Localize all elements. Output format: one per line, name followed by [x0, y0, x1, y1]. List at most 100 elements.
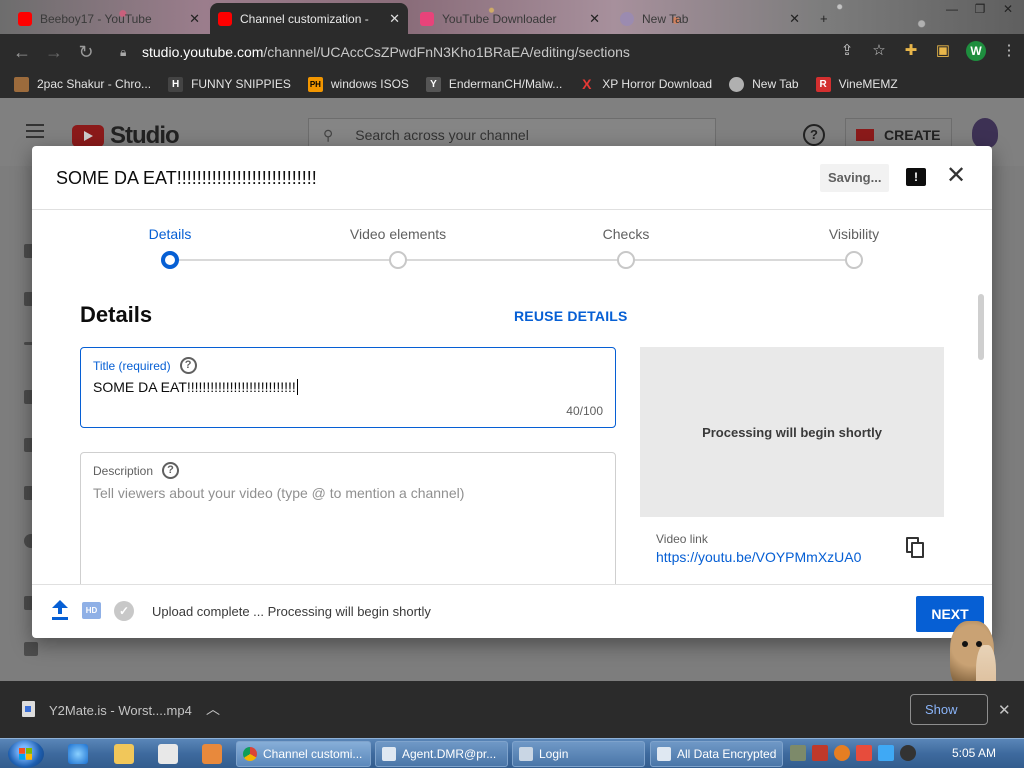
internet-explorer-icon[interactable] — [68, 744, 88, 764]
bookmark-item[interactable]: New Tab — [729, 76, 799, 92]
tab-label: Beeboy17 - YouTube — [40, 11, 152, 26]
toolbar-icons: ⇪ ☆ ✚ ▣ W ⋮ — [838, 41, 1018, 61]
youtube-icon — [18, 11, 32, 26]
bookmark-item[interactable]: X XP Horror Download — [579, 76, 713, 92]
system-clock[interactable]: 5:05 AM — [952, 746, 996, 760]
minimize-icon[interactable]: — — [942, 0, 962, 18]
description-field[interactable]: Description ? Tell viewers about your vi… — [80, 452, 616, 584]
plus-icon: + — [820, 11, 828, 26]
youtube-icon — [218, 11, 232, 26]
close-tab-icon[interactable]: ✕ — [389, 11, 400, 27]
description-label: Description — [93, 463, 154, 478]
chevron-up-icon[interactable]: ︿ — [206, 699, 220, 719]
ph-icon: PH — [307, 76, 323, 92]
channel-avatar[interactable] — [972, 118, 998, 148]
tray-antivirus-icon[interactable] — [812, 745, 828, 761]
close-tab-icon[interactable]: ✕ — [189, 11, 200, 27]
bookmark-item[interactable]: Y EndermanCH/Malw... — [425, 76, 562, 92]
close-shelf-icon[interactable]: ✕ — [998, 701, 1011, 719]
search-placeholder: Search across your channel — [355, 127, 529, 143]
bookmark-item[interactable]: 2pac Shakur - Chro... — [14, 76, 151, 92]
taskbar-window-login[interactable]: Login — [512, 741, 645, 767]
bookmark-item[interactable]: H FUNNY SNIPPIES — [168, 76, 291, 92]
tab-channel-customization[interactable]: Channel customization - ✕ — [210, 3, 408, 34]
url-path: /channel/UCAccCsZPwdFnN3Kho1BRaEA/editin… — [263, 44, 630, 60]
tray-flag-icon[interactable] — [856, 745, 872, 761]
new-tab-button[interactable]: + — [812, 3, 842, 34]
taskbar-window-agent[interactable]: Agent.DMR@pr... — [375, 741, 508, 767]
taskbar-window-chrome[interactable]: Channel customi... — [236, 741, 371, 767]
step-dot-checks[interactable] — [617, 251, 635, 269]
start-button[interactable] — [8, 740, 44, 768]
video-preview: Processing will begin shortly — [640, 347, 944, 517]
copy-icon[interactable] — [906, 537, 926, 561]
profile-avatar[interactable]: W — [966, 41, 986, 61]
hamburger-menu-icon[interactable] — [26, 124, 44, 142]
bookmark-star-icon[interactable]: ☆ — [870, 42, 888, 60]
bookmarks-bar: 2pac Shakur - Chro... H FUNNY SNIPPIES PH… — [0, 70, 1024, 98]
taskbar-window-encrypted[interactable]: All Data Encrypted — [650, 741, 783, 767]
tab-new-tab[interactable]: New Tab ✕ — [612, 3, 808, 34]
url-field[interactable]: 🔒︎ studio.youtube.com/channel/UCAccCsZPw… — [110, 40, 890, 64]
maximize-icon[interactable]: ❐ — [970, 0, 990, 18]
download-filename[interactable]: Y2Mate.is - Worst....mp4 — [49, 703, 192, 718]
media-player-icon[interactable] — [158, 744, 178, 764]
download-shelf: Y2Mate.is - Worst....mp4 ︿ Show ✕ — [0, 681, 1024, 738]
tab-youtube[interactable]: Beeboy17 - YouTube ✕ — [10, 3, 208, 34]
reload-icon[interactable]: ↻ — [70, 42, 102, 63]
window-icon — [382, 747, 396, 761]
tray-volume-icon[interactable] — [900, 745, 916, 761]
tray-app-icon[interactable] — [790, 745, 806, 761]
upload-complete-icon — [52, 600, 68, 620]
help-icon[interactable]: ? — [179, 357, 197, 374]
close-dialog-icon[interactable]: ✕ — [944, 164, 968, 188]
video-link-label: Video link — [656, 532, 708, 546]
bookmark-label: FUNNY SNIPPIES — [191, 77, 291, 91]
system-tray — [790, 745, 916, 761]
step-dot-visibility[interactable] — [845, 251, 863, 269]
help-icon[interactable]: ? — [803, 124, 825, 146]
help-icon[interactable]: ? — [162, 462, 180, 479]
forward-icon[interactable]: → — [38, 42, 70, 63]
reuse-details-button[interactable]: REUSE DETAILS — [514, 308, 628, 324]
share-icon[interactable]: ⇪ — [838, 42, 856, 60]
title-value-row: SOME DA EAT!!!!!!!!!!!!!!!!!!!!!!!!!!!! — [93, 379, 298, 395]
sidebar-feedback-icon[interactable] — [24, 642, 38, 656]
window-icon — [657, 747, 671, 761]
stepper-track — [170, 259, 854, 261]
bookmark-item[interactable]: R VineMEMZ — [815, 76, 898, 92]
step-dot-video-elements[interactable] — [389, 251, 407, 269]
title-field[interactable]: Title (required) ? SOME DA EAT!!!!!!!!!!… — [80, 347, 616, 428]
close-window-icon[interactable]: ✕ — [998, 0, 1018, 18]
video-details-dialog: SOME DA EAT!!!!!!!!!!!!!!!!!!!!!!!!!!!! … — [32, 146, 992, 638]
menu-kebab-icon[interactable]: ⋮ — [1000, 42, 1018, 60]
app-icon[interactable] — [202, 744, 222, 764]
file-icon — [22, 701, 35, 717]
scrollbar-thumb[interactable] — [978, 294, 984, 360]
video-link[interactable]: https://youtu.be/VOYPMmXzUA0 — [656, 549, 861, 565]
show-all-button[interactable]: Show — [910, 694, 988, 725]
close-tab-icon[interactable]: ✕ — [789, 11, 800, 27]
step-video-elements[interactable]: Video elements — [318, 226, 478, 242]
close-tab-icon[interactable]: ✕ — [589, 11, 600, 27]
bookmark-item[interactable]: PH windows ISOS — [307, 76, 409, 92]
tray-search-icon[interactable] — [834, 745, 850, 761]
step-visibility[interactable]: Visibility — [774, 226, 934, 242]
step-checks[interactable]: Checks — [546, 226, 706, 242]
tray-network-icon[interactable] — [878, 745, 894, 761]
send-feedback-icon[interactable]: ! — [906, 168, 926, 186]
globe-icon — [729, 76, 745, 92]
upload-stepper: Details Video elements Checks Visibility — [32, 210, 992, 282]
folder-icon[interactable] — [114, 744, 134, 764]
step-dot-details[interactable] — [161, 251, 179, 269]
back-icon[interactable]: ← — [6, 42, 38, 63]
details-scroll-area[interactable]: Details REUSE DETAILS Title (required) ?… — [32, 282, 992, 584]
dialog-title: SOME DA EAT!!!!!!!!!!!!!!!!!!!!!!!!!!!! — [56, 168, 317, 188]
side-panel-icon[interactable]: ▣ — [934, 42, 952, 60]
extensions-icon[interactable]: ✚ — [902, 42, 920, 60]
url-domain: studio.youtube.com — [142, 44, 264, 60]
step-details[interactable]: Details — [90, 226, 250, 242]
tab-youtube-downloader[interactable]: YouTube Downloader ✕ — [412, 3, 608, 34]
title-value: SOME DA EAT!!!!!!!!!!!!!!!!!!!!!!!!!!!! — [93, 379, 296, 395]
bookmark-label: XP Horror Download — [602, 77, 713, 91]
